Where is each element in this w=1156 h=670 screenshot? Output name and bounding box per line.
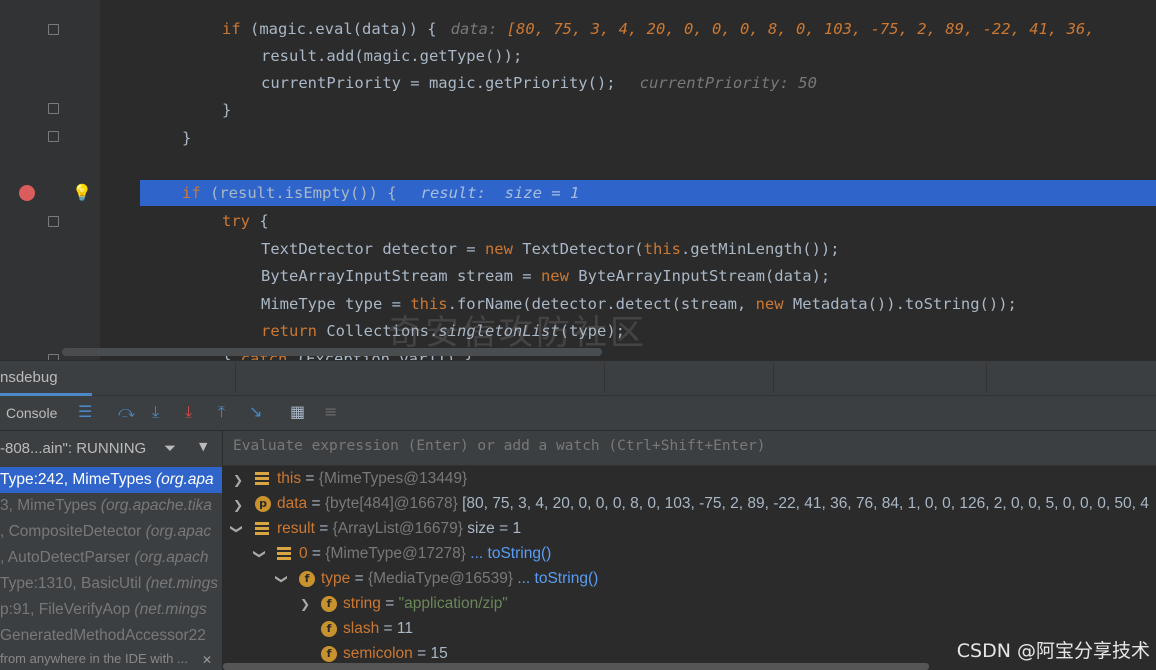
- frame-item[interactable]: , CompositeDetector (org.apac: [0, 519, 222, 545]
- frame-item[interactable]: Type:242, MimeTypes (org.apa: [0, 467, 222, 493]
- lightbulb-icon[interactable]: 💡: [72, 183, 92, 202]
- variable-row[interactable]: 0 = {MimeType@17278} ... toString(): [277, 541, 551, 566]
- variable-row[interactable]: f slash = 11: [321, 616, 413, 641]
- debug-tab-bar: nsdebug: [0, 361, 1156, 396]
- current-execution-line: if (result.isEmpty()) {result: size = 1: [140, 180, 1156, 206]
- trace-stream-icon[interactable]: ≡: [324, 402, 337, 421]
- evaluate-expression-bar[interactable]: Evaluate expression (Enter) or add a wat…: [223, 431, 1156, 466]
- code-line: try {: [222, 212, 269, 230]
- code-line: result.add(magic.getType());: [261, 47, 523, 65]
- variable-row[interactable]: result = {ArrayList@16679} size = 1: [255, 516, 521, 541]
- show-execution-point-icon[interactable]: ☰: [78, 402, 92, 421]
- parameter-icon: p: [255, 495, 271, 512]
- filter-icon[interactable]: ⏷: [164, 439, 176, 457]
- step-out-icon[interactable]: ⤒: [218, 402, 225, 422]
- thread-label: -808...ain": RUNNING: [0, 440, 147, 457]
- evaluate-expression-icon[interactable]: ▦: [290, 402, 305, 421]
- code-line: }: [182, 129, 192, 147]
- collapse-arrow-icon[interactable]: ❯: [230, 524, 244, 534]
- tab-console[interactable]: Console: [6, 405, 57, 421]
- debug-toolbar: Console ☰ ⤼ ⤓ ⤓ ⤒ ↘ ▦ ≡: [0, 396, 1156, 430]
- code-line: }: [222, 101, 232, 119]
- csdn-watermark: CSDN @阿宝分享技术: [956, 640, 1150, 662]
- object-icon: [255, 522, 269, 536]
- field-icon: f: [321, 595, 337, 612]
- step-over-icon[interactable]: ⤼: [118, 402, 135, 422]
- field-icon: f: [321, 620, 337, 637]
- variables-horizontal-scrollbar[interactable]: [223, 663, 929, 670]
- variable-row[interactable]: f type = {MediaType@16539} ... toString(): [299, 566, 598, 591]
- expand-arrow-icon[interactable]: ❯: [300, 597, 310, 611]
- frames-hint: from anywhere in the IDE with ...: [0, 651, 188, 666]
- thread-selector[interactable]: -808...ain": RUNNING ⏷ ▼: [0, 431, 222, 465]
- chevron-down-icon[interactable]: ▼: [199, 440, 207, 453]
- run-to-cursor-icon[interactable]: ↘: [249, 402, 262, 421]
- collapse-arrow-icon[interactable]: ❯: [253, 549, 267, 559]
- tab-debug-config[interactable]: nsdebug: [0, 369, 58, 386]
- frames-list: Type:242, MimeTypes (org.apa 3, MimeType…: [0, 465, 222, 670]
- collapse-arrow-icon[interactable]: ❯: [275, 574, 289, 584]
- code-editor[interactable]: if (magic.eval(data)) {data: [80, 75, 3,…: [0, 0, 1156, 360]
- watermark: 奇安信攻防社区: [388, 313, 647, 353]
- frame-item[interactable]: Type:1310, BasicUtil (net.mings: [0, 571, 222, 597]
- variable-row[interactable]: this = {MimeTypes@13449}: [255, 466, 467, 491]
- variable-row[interactable]: f string = "application/zip": [321, 591, 508, 616]
- frame-item[interactable]: p:91, FileVerifyAop (net.mings: [0, 597, 222, 623]
- close-icon[interactable]: ✕: [202, 653, 212, 667]
- code-line: if (magic.eval(data)) {data: [80, 75, 3,…: [222, 20, 1095, 38]
- frame-item[interactable]: 3, MimeTypes (org.apache.tika: [0, 493, 222, 519]
- code-line: currentPriority = magic.getPriority(); cu…: [261, 74, 817, 92]
- frame-item[interactable]: GeneratedMethodAccessor22: [0, 623, 222, 649]
- force-step-into-icon[interactable]: ⤓: [185, 402, 192, 422]
- code-line: TextDetector detector = new TextDetector…: [261, 240, 840, 258]
- evaluate-expression-input[interactable]: Evaluate expression (Enter) or add a wat…: [233, 438, 766, 454]
- variable-row[interactable]: p data = {byte[484]@16678} [80, 75, 3, 4,…: [255, 491, 1149, 516]
- object-icon: [277, 547, 291, 561]
- expand-arrow-icon[interactable]: ❯: [233, 473, 243, 487]
- breakpoint-icon[interactable]: [19, 185, 35, 201]
- frame-item[interactable]: , AutoDetectParser (org.apach: [0, 545, 222, 571]
- code-line: ByteArrayInputStream stream = new ByteAr…: [261, 267, 831, 285]
- object-icon: [255, 472, 269, 486]
- expand-arrow-icon[interactable]: ❯: [233, 498, 243, 512]
- field-icon: f: [299, 570, 315, 587]
- field-icon: f: [321, 645, 337, 662]
- step-into-icon[interactable]: ⤓: [152, 402, 159, 422]
